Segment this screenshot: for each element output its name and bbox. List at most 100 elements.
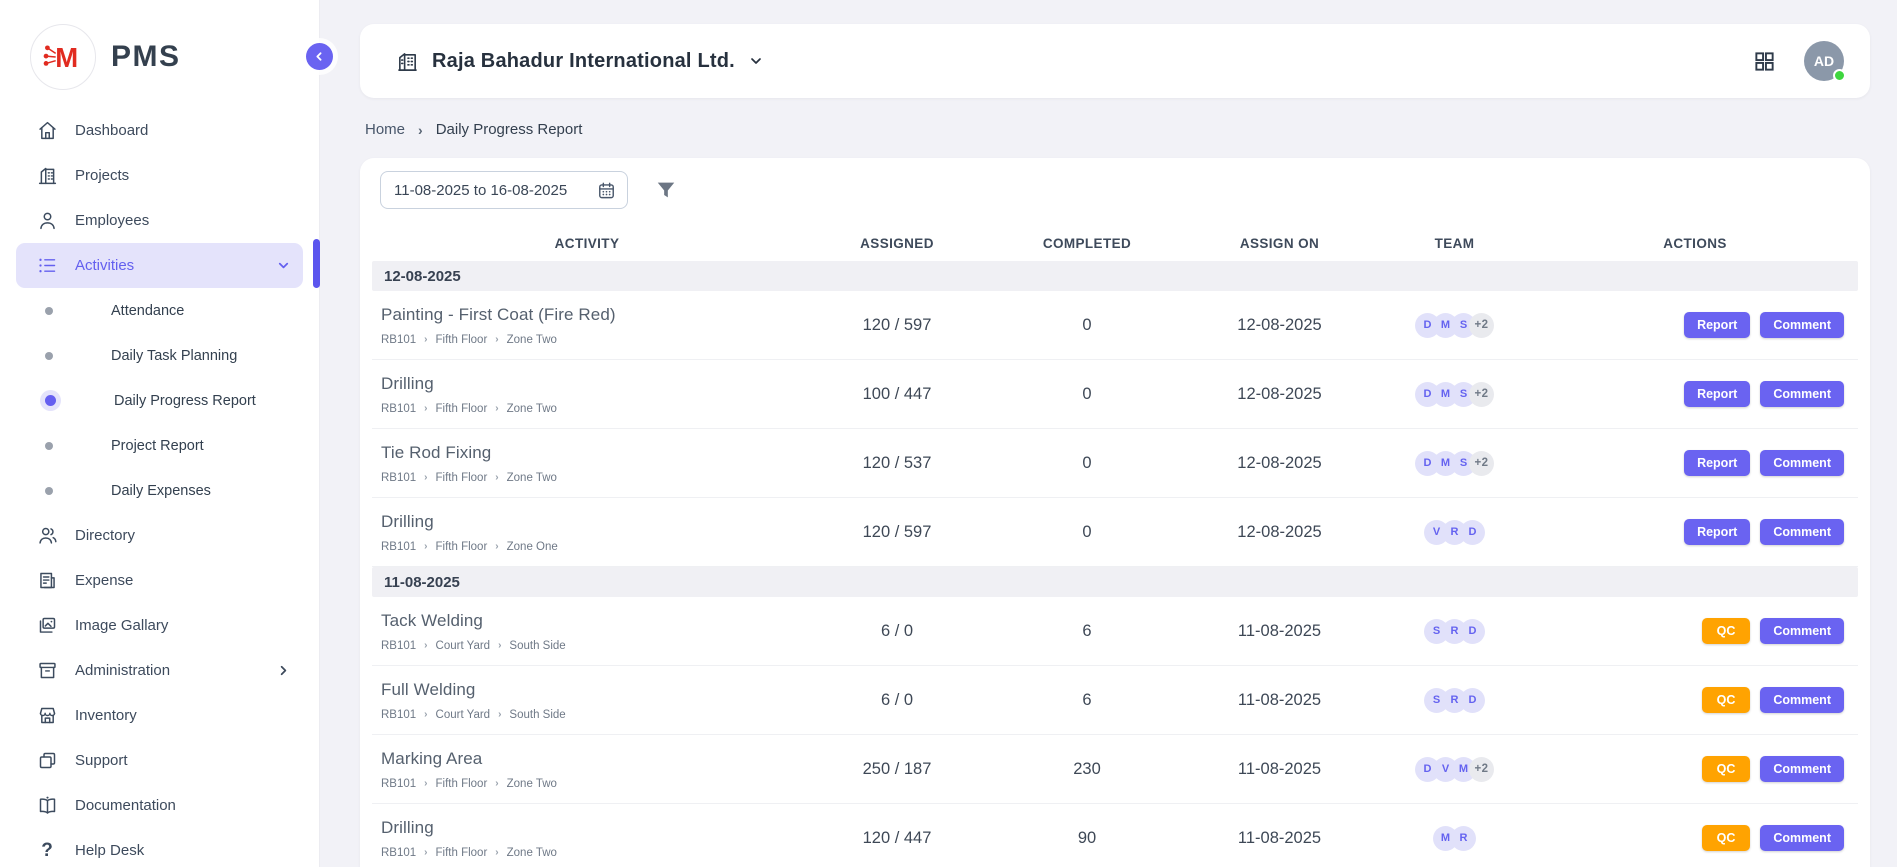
comment-button[interactable]: Comment <box>1760 450 1844 476</box>
column-header-completed: COMPLETED <box>992 236 1182 251</box>
sidebar-item-activities[interactable]: Activities <box>16 243 303 288</box>
completed-cell: 230 <box>992 760 1182 779</box>
comment-button[interactable]: Comment <box>1760 687 1844 713</box>
main-area: Raja Bahadur International Ltd. AD <box>320 0 1897 867</box>
sidebar-item-administration[interactable]: Administration <box>16 648 303 693</box>
sidebar-subitem-daily-expenses[interactable]: Daily Expenses <box>0 468 319 513</box>
comment-button[interactable]: Comment <box>1760 312 1844 338</box>
team-member-avatar[interactable]: D <box>1460 688 1485 713</box>
workspace-selector[interactable]: Raja Bahadur International Ltd. <box>396 50 764 73</box>
path-segment: Zone Two <box>507 778 557 790</box>
sidebar: M PMS Dashboard ProjectsEmployeesActiviti… <box>0 0 320 867</box>
sidebar-item-projects[interactable]: Projects <box>16 153 303 198</box>
report-button[interactable]: Report <box>1684 450 1750 476</box>
sidebar-subitem-attendance[interactable]: Attendance <box>0 288 319 333</box>
sidebar-item-expense[interactable]: Expense <box>16 558 303 603</box>
sidebar-collapse-button[interactable] <box>306 43 333 70</box>
path-segment: Zone Two <box>507 847 557 859</box>
online-status-dot <box>1833 69 1846 82</box>
app-title: PMS <box>111 40 181 74</box>
activity-cell: Tack Welding RB101›Court Yard›South Side <box>372 611 802 652</box>
team-overflow-badge[interactable]: +2 <box>1469 313 1494 338</box>
sidebar-subitem-daily-task-planning[interactable]: Daily Task Planning <box>0 333 319 378</box>
sidebar-item-directory[interactable]: Directory <box>16 513 303 558</box>
sidebar-subitem-label: Daily Progress Report <box>114 393 256 409</box>
column-header-assigned: ASSIGNED <box>802 236 992 251</box>
activity-cell: DrillingRB101›Fifth Floor›Zone Two <box>372 818 802 859</box>
assigned-cell: 100 / 447 <box>802 385 992 404</box>
report-button[interactable]: Report <box>1684 381 1750 407</box>
chevron-right-icon: › <box>498 640 501 651</box>
comment-button[interactable]: Comment <box>1760 756 1844 782</box>
sidebar-subitem-daily-progress-report[interactable]: Daily Progress Report <box>0 378 319 423</box>
comment-button[interactable]: Comment <box>1760 519 1844 545</box>
sidebar-subitem-label: Attendance <box>111 303 184 319</box>
assigned-cell: 6 / 0 <box>802 622 992 641</box>
date-range-input[interactable]: 11-08-2025 to 16-08-2025 <box>380 171 628 209</box>
topbar-right: AD <box>1753 41 1844 81</box>
chevron-left-icon <box>313 50 326 63</box>
filter-button[interactable] <box>655 179 677 201</box>
qc-button[interactable]: QC <box>1702 825 1751 851</box>
sidebar-item-employees[interactable]: Employees <box>16 198 303 243</box>
m-network-logo-icon: M <box>30 24 96 90</box>
report-button[interactable]: Report <box>1684 312 1750 338</box>
app-logo[interactable]: M PMS <box>0 0 319 106</box>
sidebar-subitem-label: Project Report <box>111 438 204 454</box>
team-overflow-badge[interactable]: +2 <box>1469 451 1494 476</box>
qc-button[interactable]: QC <box>1702 687 1751 713</box>
column-header-assign-on: ASSIGN ON <box>1182 236 1377 251</box>
location-path: RB101›Fifth Floor›Zone Two <box>381 778 794 790</box>
sidebar-item-support[interactable]: Support <box>16 738 303 783</box>
sidebar-item-label: Dashboard <box>75 122 148 139</box>
location-path: RB101›Fifth Floor›Zone Two <box>381 403 794 415</box>
activity-title: Full Welding <box>381 680 794 700</box>
sidebar-item-image-gallary[interactable]: Image Gallary <box>16 603 303 648</box>
sidebar-subitem-label: Daily Task Planning <box>111 348 237 364</box>
people-icon <box>36 525 58 547</box>
svg-text:M: M <box>55 42 78 73</box>
team-member-avatar[interactable]: D <box>1460 520 1485 545</box>
funnel-icon <box>655 179 677 201</box>
path-segment: RB101 <box>381 847 416 859</box>
table-header-row: ACTIVITYASSIGNEDCOMPLETEDASSIGN ONTEAMAC… <box>372 225 1858 261</box>
chevron-right-icon: › <box>424 472 427 483</box>
completed-cell: 0 <box>992 454 1182 473</box>
assigned-cell: 120 / 447 <box>802 829 992 848</box>
team-member-avatar[interactable]: R <box>1451 826 1476 851</box>
user-avatar[interactable]: AD <box>1804 41 1844 81</box>
location-path: RB101›Court Yard›South Side <box>381 640 794 652</box>
report-card: 11-08-2025 to 16-08-2025 <box>360 158 1870 867</box>
list-icon <box>36 255 58 277</box>
date-group-header: 12-08-2025 <box>372 261 1858 291</box>
path-segment: Fifth Floor <box>436 334 488 346</box>
chevron-right-icon: › <box>495 334 498 345</box>
building-icon <box>396 50 419 73</box>
grid-icon <box>1753 50 1776 73</box>
sidebar-subitem-project-report[interactable]: Project Report <box>0 423 319 468</box>
open-book-icon <box>36 795 58 817</box>
comment-button[interactable]: Comment <box>1760 618 1844 644</box>
activity-title: Tack Welding <box>381 611 794 631</box>
sidebar-item-documentation[interactable]: Documentation <box>16 783 303 828</box>
sidebar-item-dashboard[interactable]: Dashboard <box>16 108 303 153</box>
sidebar-item-label: Documentation <box>75 797 176 814</box>
completed-cell: 90 <box>992 829 1182 848</box>
sidebar-item-label: Support <box>75 752 128 769</box>
path-segment: Fifth Floor <box>436 847 488 859</box>
comment-button[interactable]: Comment <box>1760 825 1844 851</box>
qc-button[interactable]: QC <box>1702 756 1751 782</box>
path-segment: Zone Two <box>507 334 557 346</box>
qc-button[interactable]: QC <box>1702 618 1751 644</box>
activity-cell: Painting - First Coat (Fire Red)RB101›Fi… <box>372 305 802 346</box>
apps-grid-button[interactable] <box>1753 50 1776 73</box>
breadcrumb-home[interactable]: Home <box>365 121 405 138</box>
comment-button[interactable]: Comment <box>1760 381 1844 407</box>
report-button[interactable]: Report <box>1684 519 1750 545</box>
team-member-avatar[interactable]: D <box>1460 619 1485 644</box>
team-overflow-badge[interactable]: +2 <box>1469 382 1494 407</box>
sidebar-item-help-desk[interactable]: ?Help Desk <box>16 828 303 867</box>
location-path: RB101›Fifth Floor›Zone Two <box>381 334 794 346</box>
sidebar-item-inventory[interactable]: Inventory <box>16 693 303 738</box>
team-overflow-badge[interactable]: +2 <box>1469 757 1494 782</box>
